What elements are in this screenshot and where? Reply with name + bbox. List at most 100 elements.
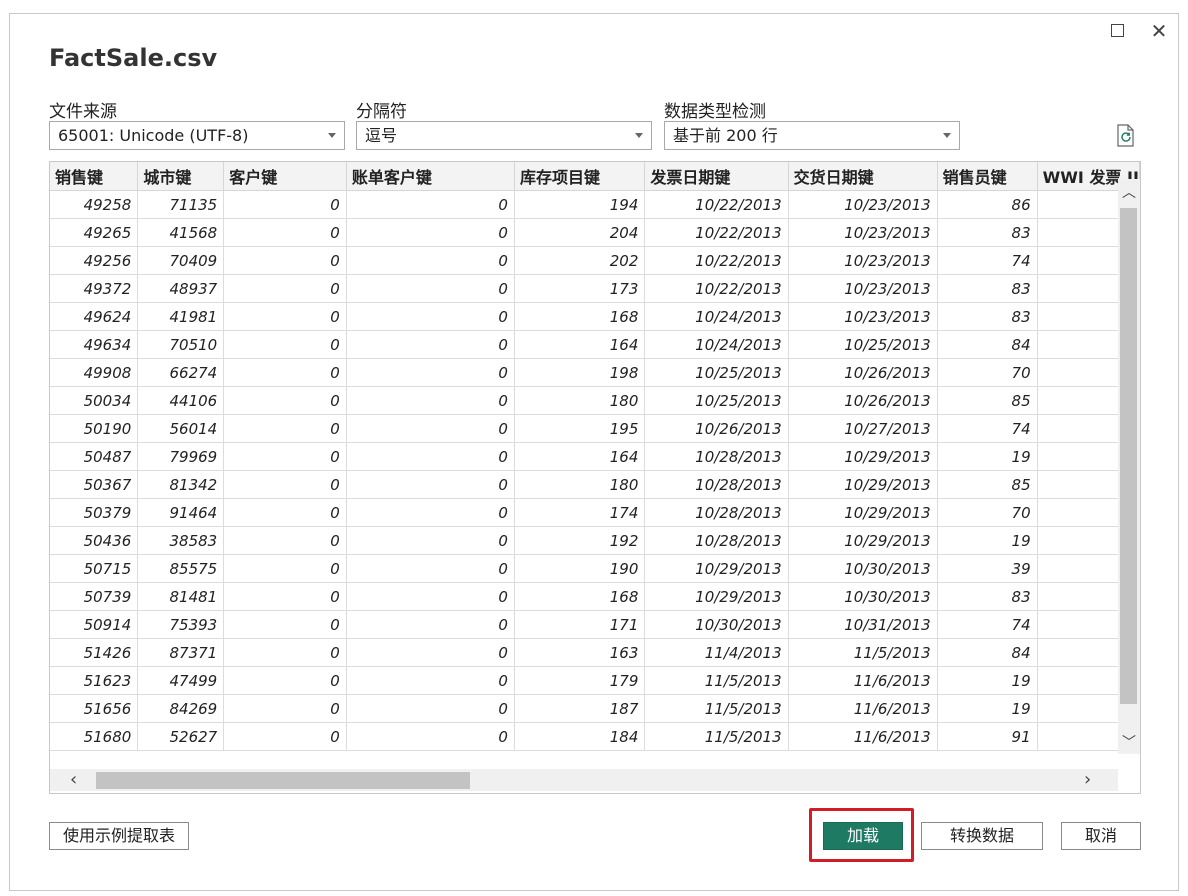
table-cell: 44106 <box>137 386 225 415</box>
scroll-left-icon[interactable]: ‹ <box>70 769 77 791</box>
horizontal-scrollbar[interactable]: ‹ › <box>50 769 1118 791</box>
scroll-right-icon[interactable]: › <box>1084 769 1091 791</box>
table-cell: 49624 <box>50 302 139 331</box>
table-cell: 70409 <box>137 246 225 275</box>
table-cell: 19 <box>937 526 1038 555</box>
table-cell: 10/22/2013 <box>644 190 789 219</box>
table-cell: 50379 <box>50 498 139 527</box>
table-cell: 11/5/2013 <box>644 666 789 695</box>
table-row: 50379 91464 0 0 174 10/28/2013 10/29/2013 70 <box>50 498 1140 527</box>
table-cell: 75393 <box>137 610 225 639</box>
table-cell: 0 <box>346 694 515 723</box>
table-cell: 70 <box>937 358 1038 387</box>
table-cell: 50436 <box>50 526 139 555</box>
table-cell: 49256 <box>50 246 139 275</box>
table-cell: 11/4/2013 <box>644 638 789 667</box>
table-cell: 10/29/2013 <box>788 498 938 527</box>
close-icon[interactable]: ✕ <box>1150 21 1168 41</box>
column-header[interactable]: 客户键 <box>223 162 347 191</box>
file-origin-dropdown[interactable]: 65001: Unicode (UTF-8) <box>49 121 345 150</box>
table-cell: 49634 <box>50 330 139 359</box>
vertical-scroll-thumb[interactable] <box>1120 208 1137 704</box>
scroll-up-icon[interactable]: ︿ <box>1118 182 1140 202</box>
transform-data-button[interactable]: 转换数据 <box>921 822 1043 850</box>
table-cell: 83 <box>937 302 1038 331</box>
table-cell: 10/23/2013 <box>788 302 938 331</box>
table-cell: 10/26/2013 <box>788 358 938 387</box>
maximize-icon[interactable] <box>1109 22 1127 40</box>
chevron-down-icon <box>943 133 951 138</box>
table-cell: 81342 <box>137 470 225 499</box>
table-row: 50436 38583 0 0 192 10/28/2013 10/29/2013 19 <box>50 526 1140 555</box>
column-header[interactable]: 账单客户键 <box>346 162 515 191</box>
table-row: 51623 47499 0 0 179 11/5/2013 11/6/2013 19 <box>50 666 1140 695</box>
table-row: 49634 70510 0 0 164 10/24/2013 10/25/2013 84 <box>50 330 1140 359</box>
table-cell: 194 <box>514 190 646 219</box>
table-cell: 51426 <box>50 638 139 667</box>
column-header[interactable]: 销售员键 <box>937 162 1038 191</box>
table-cell: 51656 <box>50 694 139 723</box>
table-cell: 10/23/2013 <box>788 218 938 247</box>
column-header[interactable]: 库存项目键 <box>514 162 646 191</box>
horizontal-scroll-thumb[interactable] <box>96 772 470 789</box>
file-origin-value: 65001: Unicode (UTF-8) <box>58 126 249 145</box>
table-cell: 0 <box>223 582 347 611</box>
vertical-scrollbar[interactable]: ︿ ﹀ <box>1118 179 1140 754</box>
table-cell: 11/5/2013 <box>644 722 789 751</box>
delimiter-dropdown[interactable]: 逗号 <box>356 121 652 150</box>
table-cell: 48937 <box>137 274 225 303</box>
table-cell: 0 <box>346 526 515 555</box>
table-cell: 164 <box>514 442 646 471</box>
scroll-down-icon[interactable]: ﹀ <box>1118 732 1140 752</box>
table-cell: 10/27/2013 <box>788 414 938 443</box>
table-cell: 85 <box>937 470 1038 499</box>
column-header[interactable]: 发票日期键 <box>644 162 789 191</box>
table-cell: 0 <box>223 218 347 247</box>
table-cell: 174 <box>514 498 646 527</box>
table-cell: 184 <box>514 722 646 751</box>
table-cell: 190 <box>514 554 646 583</box>
table-row: 50715 85575 0 0 190 10/29/2013 10/30/2013 39 <box>50 554 1140 583</box>
table-cell: 0 <box>223 190 347 219</box>
table-cell: 10/30/2013 <box>788 582 938 611</box>
table-cell: 0 <box>346 414 515 443</box>
table-cell: 0 <box>223 470 347 499</box>
table-cell: 10/26/2013 <box>644 414 789 443</box>
table-cell: 81481 <box>137 582 225 611</box>
table-cell: 0 <box>346 470 515 499</box>
type-detection-dropdown[interactable]: 基于前 200 行 <box>664 121 960 150</box>
table-cell: 0 <box>346 610 515 639</box>
table-cell: 10/25/2013 <box>644 386 789 415</box>
load-button[interactable]: 加载 <box>823 822 903 850</box>
table-cell: 70 <box>937 498 1038 527</box>
column-header[interactable]: 城市键 <box>137 162 225 191</box>
table-cell: 19 <box>937 442 1038 471</box>
table-cell: 79969 <box>137 442 225 471</box>
dialog-title: FactSale.csv <box>49 44 218 72</box>
column-header[interactable]: 销售键 <box>50 162 139 191</box>
table-cell: 10/24/2013 <box>644 302 789 331</box>
refresh-preview-icon[interactable] <box>1115 124 1137 148</box>
table-row: 49256 70409 0 0 202 10/22/2013 10/23/2013 74 <box>50 246 1140 275</box>
table-cell: 0 <box>223 274 347 303</box>
table-cell: 49265 <box>50 218 139 247</box>
table-cell: 168 <box>514 582 646 611</box>
table-row: 51426 87371 0 0 163 11/4/2013 11/5/2013 84 <box>50 638 1140 667</box>
table-cell: 86 <box>937 190 1038 219</box>
table-row: 51656 84269 0 0 187 11/5/2013 11/6/2013 19 <box>50 694 1140 723</box>
cancel-button[interactable]: 取消 <box>1061 822 1141 850</box>
column-header[interactable]: 交货日期键 <box>788 162 938 191</box>
table-cell: 85575 <box>137 554 225 583</box>
table-row: 50487 79969 0 0 164 10/28/2013 10/29/2013 19 <box>50 442 1140 471</box>
extract-table-button[interactable]: 使用示例提取表 <box>49 822 189 850</box>
table-row: 50034 44106 0 0 180 10/25/2013 10/26/2013 85 <box>50 386 1140 415</box>
table-cell: 10/29/2013 <box>788 526 938 555</box>
table-cell: 49258 <box>50 190 139 219</box>
table-cell: 192 <box>514 526 646 555</box>
table-cell: 11/5/2013 <box>788 638 938 667</box>
table-cell: 187 <box>514 694 646 723</box>
table-cell: 195 <box>514 414 646 443</box>
table-cell: 10/22/2013 <box>644 274 789 303</box>
table-cell: 52627 <box>137 722 225 751</box>
table-cell: 0 <box>346 358 515 387</box>
